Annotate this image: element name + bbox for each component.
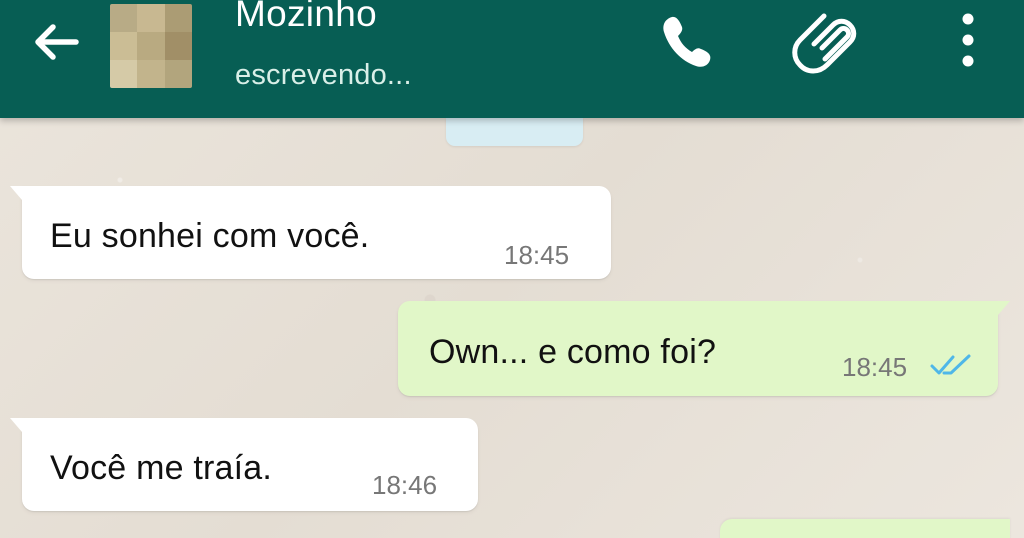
paperclip-icon xyxy=(792,13,857,74)
contact-avatar[interactable] xyxy=(110,4,192,88)
message-time: 18:45 xyxy=(504,240,570,270)
avatar-pixel xyxy=(110,60,138,88)
typing-status: escrevendo... xyxy=(235,59,412,91)
outgoing-message-bubble[interactable]: Own... e como foi? 18:45 xyxy=(398,301,1010,396)
call-button[interactable] xyxy=(648,10,724,72)
message-text: Você me traía. xyxy=(50,449,273,487)
date-chip-partial xyxy=(446,118,583,146)
avatar-pixel xyxy=(137,32,165,60)
back-button[interactable] xyxy=(22,14,88,70)
avatar-pixel xyxy=(110,4,138,32)
attach-button[interactable] xyxy=(786,8,870,74)
vertical-dots-icon xyxy=(962,13,974,67)
back-arrow-icon xyxy=(35,24,79,60)
contact-name[interactable]: Mozinho xyxy=(235,0,377,38)
avatar-pixel xyxy=(137,4,165,32)
message-text: Own... e como foi? xyxy=(429,333,717,371)
avatar-pixel xyxy=(137,60,165,88)
read-checkmarks-icon xyxy=(930,354,971,375)
phone-icon xyxy=(663,16,711,67)
more-options-button[interactable] xyxy=(944,8,992,72)
chat-header: Mozinho escrevendo... xyxy=(0,0,1024,118)
avatar-pixel xyxy=(110,32,138,60)
message-time: 18:45 xyxy=(842,352,908,382)
avatar-pixel xyxy=(164,60,192,88)
message-text: Eu sonhei com você. xyxy=(50,217,370,255)
outgoing-message-bubble-partial[interactable] xyxy=(720,519,1010,538)
message-time: 18:46 xyxy=(372,470,438,500)
avatar-pixel xyxy=(164,32,192,60)
chat-screen: Mozinho escrevendo... Eu sonhei com você… xyxy=(0,0,1024,538)
avatar-pixel xyxy=(164,4,192,32)
incoming-message-bubble[interactable]: Você me traía. 18:46 xyxy=(10,418,478,511)
incoming-message-bubble[interactable]: Eu sonhei com você. 18:45 xyxy=(10,186,611,279)
